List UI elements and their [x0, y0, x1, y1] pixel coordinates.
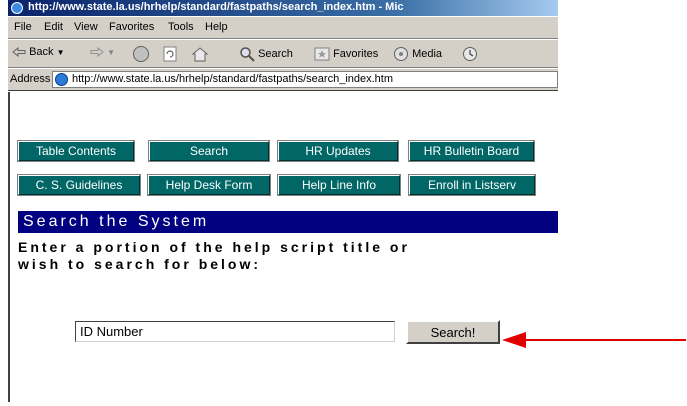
nav-search[interactable]: Search: [148, 140, 270, 162]
home-button[interactable]: [191, 46, 209, 62]
instructions-line-2: wish to search for below:: [18, 256, 262, 272]
nav-cs-guidelines[interactable]: C. S. Guidelines: [17, 174, 141, 196]
home-icon: [191, 47, 209, 62]
menu-help[interactable]: Help: [205, 21, 228, 33]
window-title: http://www.state.la.us/hrhelp/standard/f…: [28, 1, 404, 13]
search-toolbar-label: Search: [258, 47, 293, 60]
address-bar: Address http://www.state.la.us/hrhelp/st…: [8, 69, 558, 91]
media-button[interactable]: Media: [393, 46, 442, 62]
back-arrow-icon: [12, 47, 26, 58]
media-icon: [394, 47, 408, 61]
nav-help-line-info[interactable]: Help Line Info: [277, 174, 401, 196]
nav-enroll-listserv[interactable]: Enroll in Listserv: [408, 174, 536, 196]
title-bar: http://www.state.la.us/hrhelp/standard/f…: [8, 0, 558, 16]
stop-button[interactable]: [133, 46, 149, 62]
history-icon: [463, 47, 477, 61]
menu-edit[interactable]: Edit: [44, 21, 63, 33]
back-label: Back: [29, 46, 54, 58]
instructions-line-1: Enter a portion of the help script title…: [18, 239, 410, 255]
stop-icon: [133, 46, 149, 62]
search-icon: [240, 47, 255, 62]
menu-file[interactable]: File: [14, 21, 32, 33]
nav-help-desk-form[interactable]: Help Desk Form: [147, 174, 271, 196]
toolbar: Back ▼ ▼ Search Favorites Media: [8, 40, 558, 68]
media-label: Media: [412, 47, 443, 60]
address-field[interactable]: http://www.state.la.us/hrhelp/standard/f…: [52, 71, 558, 88]
nav-hr-bulletin-board[interactable]: HR Bulletin Board: [408, 140, 535, 162]
back-dropdown-icon[interactable]: ▼: [57, 48, 65, 57]
favorites-icon: [314, 47, 330, 61]
annotation-arrow: [502, 332, 686, 348]
menu-tools[interactable]: Tools: [168, 21, 194, 33]
address-label: Address: [10, 73, 51, 85]
page-icon: [55, 73, 68, 86]
forward-button[interactable]: ▼: [90, 46, 115, 58]
nav-hr-updates[interactable]: HR Updates: [277, 140, 399, 162]
refresh-icon: [163, 46, 177, 62]
menu-view[interactable]: View: [74, 21, 98, 33]
favorites-button[interactable]: Favorites: [314, 46, 378, 62]
menu-bar: File Edit View Favorites Tools Help: [8, 17, 558, 39]
favorites-label: Favorites: [333, 47, 379, 60]
search-button-toolbar[interactable]: Search: [239, 46, 293, 62]
search-input[interactable]: [75, 321, 395, 342]
search-instructions: Enter a portion of the help script title…: [18, 239, 558, 273]
arrow-head-icon: [502, 332, 526, 348]
refresh-button[interactable]: [162, 46, 178, 62]
search-submit-button[interactable]: Search!: [406, 320, 500, 344]
section-heading: Search the System: [18, 211, 558, 233]
internet-explorer-icon: [11, 2, 23, 14]
forward-arrow-icon: [90, 47, 104, 58]
browser-window: http://www.state.la.us/hrhelp/standard/f…: [8, 0, 558, 402]
menu-favorites[interactable]: Favorites: [109, 21, 154, 33]
back-button[interactable]: Back ▼: [12, 46, 65, 58]
history-button[interactable]: [462, 46, 478, 62]
forward-dropdown-icon[interactable]: ▼: [107, 48, 115, 57]
nav-table-contents[interactable]: Table Contents: [17, 140, 135, 162]
address-url[interactable]: http://www.state.la.us/hrhelp/standard/f…: [72, 73, 393, 85]
